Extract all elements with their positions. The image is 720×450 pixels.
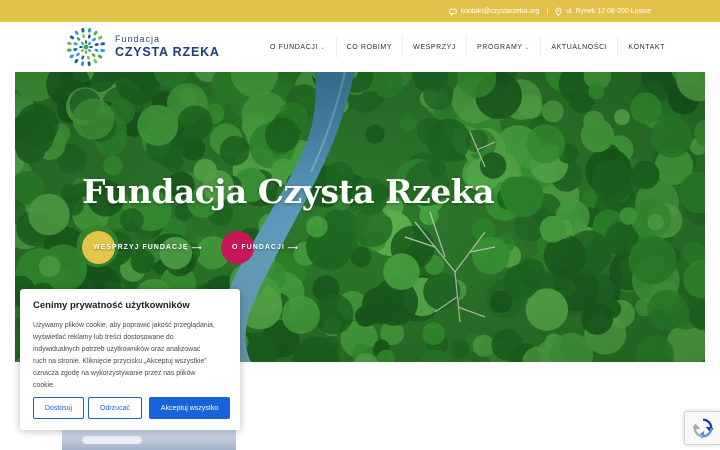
- arrow-right-icon: ⟶: [191, 244, 203, 252]
- nav-item-label: CO ROBIMY: [346, 43, 393, 51]
- nav-item-label: O FUNDACJI: [270, 43, 318, 51]
- cookie-text-line: oznacza zgodę na wykorzystywanie przez n…: [33, 370, 196, 377]
- contact-separator: |: [546, 8, 549, 15]
- cookie-text-line: ruch na stronie. Kliknięcie przycisku „A…: [33, 358, 207, 365]
- contact-address: ul. Rynek 12 08-200 Łosice: [566, 8, 651, 15]
- cookie-text-line: cookie.: [33, 382, 55, 389]
- support-foundation-text: WESPRZYJ FUNDACJĘ: [93, 244, 189, 251]
- cookie-accept-all-button[interactable]: Akceptuj wszystko: [149, 397, 230, 419]
- logo-small-text: Fundacja: [115, 34, 161, 45]
- cookie-consent-banner: Cenimy prywatność użytkowników Używamy p…: [20, 289, 240, 430]
- cookie-text-line: wyświetlać reklamy lub treści dostosowan…: [33, 334, 174, 341]
- top-contact-bar: kontakt@czystarzeka.org | ul. Rynek 12 0…: [0, 0, 720, 22]
- nav-item-label: AKTUALNOŚCI: [551, 43, 608, 51]
- nav-item-wesprzyj[interactable]: WESPRZYJ: [403, 36, 468, 58]
- recaptcha-badge[interactable]: [684, 411, 720, 445]
- nav-item-aktualnosci[interactable]: AKTUALNOŚCI: [541, 36, 619, 58]
- nav-item-o-fundacji[interactable]: O FUNDACJI ⌄: [260, 36, 337, 58]
- hero-title: Fundacja Czysta Rzeka: [82, 172, 494, 211]
- nav-item-label: WESPRZYJ: [413, 43, 457, 51]
- content-preview-image: [62, 430, 236, 450]
- cookie-description: Używamy plików cookie, aby poprawić jako…: [33, 320, 227, 392]
- arrow-right-icon: ⟶: [287, 244, 299, 252]
- site-logo[interactable]: Fundacja CZYSTA RZEKA: [66, 27, 220, 67]
- logo-big-text: CZYSTA RZEKA: [115, 45, 220, 60]
- cookie-text-line: indywidualnych potrzeb użytkowników oraz…: [33, 346, 201, 353]
- contact-email-link[interactable]: kontakt@czystarzeka.org: [461, 8, 540, 15]
- site-header: Fundacja CZYSTA RZEKA O FUNDACJI ⌄ CO RO…: [0, 22, 720, 72]
- support-foundation-label: WESPRZYJ FUNDACJĘ ⟶: [82, 244, 203, 252]
- cookie-reject-button[interactable]: Odrzucać: [88, 397, 142, 419]
- logo-mark-icon: [66, 27, 106, 67]
- chevron-down-icon: ⌄: [320, 44, 326, 51]
- main-nav: O FUNDACJI ⌄ CO ROBIMY WESPRZYJ PROGRAMY…: [260, 36, 675, 58]
- nav-item-label: KONTAKT: [628, 43, 666, 51]
- chevron-down-icon: ⌄: [524, 44, 531, 51]
- about-foundation-label: O FUNDACJI ⟶: [221, 244, 299, 252]
- cookie-actions: Dostosuj Odrzucać Akceptuj wszystko: [33, 397, 230, 419]
- nav-item-label: PROGRAMY: [477, 43, 523, 51]
- nav-item-programy[interactable]: PROGRAMY ⌄: [467, 36, 542, 58]
- support-foundation-button[interactable]: WESPRZYJ FUNDACJĘ ⟶: [82, 231, 203, 264]
- page: kontakt@czystarzeka.org | ul. Rynek 12 0…: [0, 0, 720, 450]
- nav-item-co-robimy[interactable]: CO ROBIMY: [337, 36, 404, 58]
- contact-info: kontakt@czystarzeka.org | ul. Rynek 12 0…: [449, 6, 651, 17]
- map-pin-icon: [555, 7, 562, 16]
- about-foundation-text: O FUNDACJI: [232, 244, 285, 251]
- cookie-text-line: Używamy plików cookie, aby poprawić jako…: [33, 322, 215, 329]
- nav-item-kontakt[interactable]: KONTAKT: [618, 36, 675, 58]
- recaptcha-icon: [692, 418, 713, 439]
- chat-bubble-icon: [449, 8, 457, 16]
- about-foundation-button[interactable]: O FUNDACJI ⟶: [221, 231, 299, 264]
- cookie-customize-button[interactable]: Dostosuj: [33, 397, 84, 419]
- logo-text: Fundacja CZYSTA RZEKA: [115, 35, 220, 59]
- cookie-title: Cenimy prywatność użytkowników: [33, 300, 190, 311]
